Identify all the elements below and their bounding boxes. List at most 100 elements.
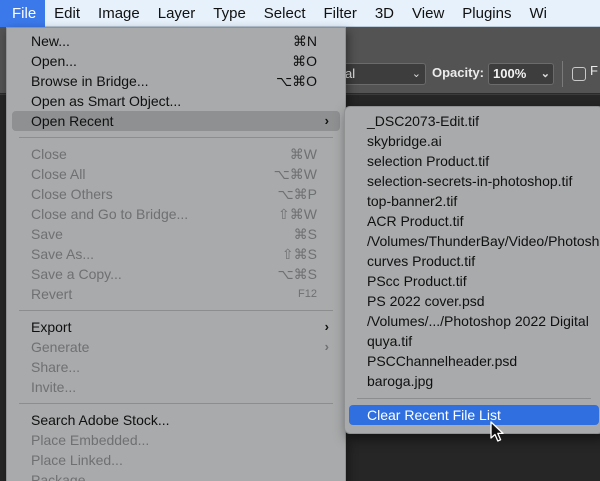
menu-item-shortcut: ⇧⌘S — [281, 246, 317, 262]
mouse-cursor-icon — [490, 421, 504, 442]
menu-item-label: Place Linked... — [31, 452, 123, 468]
menu-type[interactable]: Type — [204, 0, 255, 27]
menu-item-shortcut: F12 — [298, 288, 317, 300]
blend-mode-select[interactable]: al ⌄ — [340, 63, 426, 85]
menu-item-export[interactable]: Export › — [7, 317, 345, 337]
menu-item-close-all[interactable]: Close All ⌥⌘W — [7, 164, 345, 184]
menu-plugins[interactable]: Plugins — [453, 0, 520, 27]
menu-item-label: Place Embedded... — [31, 432, 150, 448]
opacity-label: Opacity: — [432, 65, 485, 80]
chevron-right-icon: › — [324, 319, 329, 334]
menu-item-package[interactable]: Package... — [7, 470, 345, 481]
menu-view[interactable]: View — [403, 0, 453, 27]
menu-item-new[interactable]: New... ⌘N — [7, 31, 345, 51]
menu-item-open[interactable]: Open... ⌘O — [7, 51, 345, 71]
option-checkbox[interactable] — [572, 67, 586, 81]
chevron-down-icon: ⌄ — [540, 68, 550, 80]
menu-item-label: New... — [31, 33, 70, 49]
recent-file-item[interactable]: baroga.jpg — [345, 371, 600, 391]
recent-file-item[interactable]: _DSC2073-Edit.tif — [345, 111, 600, 131]
menu-layer[interactable]: Layer — [149, 0, 205, 27]
clear-recent-file-list-item[interactable]: Clear Recent File List — [349, 405, 599, 425]
menu-item-label: Browse in Bridge... — [31, 73, 149, 89]
menu-item-shortcut: ⌥⌘O — [275, 73, 317, 89]
menu-item-close-others[interactable]: Close Others ⌥⌘P — [7, 184, 345, 204]
menu-item-label: Export — [31, 319, 72, 335]
opacity-value: 100% — [493, 66, 527, 81]
file-menu: New... ⌘N Open... ⌘O Browse in Bridge...… — [6, 27, 346, 481]
menu-image[interactable]: Image — [89, 0, 149, 27]
menu-item-label: Save a Copy... — [31, 266, 122, 282]
menu-separator — [357, 398, 591, 399]
menu-item-save[interactable]: Save ⌘S — [7, 224, 345, 244]
chevron-right-icon: › — [324, 339, 329, 354]
menu-item-shortcut: ⌘S — [293, 226, 317, 242]
menu-separator — [19, 403, 333, 404]
recent-file-item[interactable]: selection Product.tif — [345, 151, 600, 171]
chevron-right-icon: › — [324, 113, 329, 128]
recent-file-item[interactable]: PScc Product.tif — [345, 271, 600, 291]
menu-item-label: Share... — [31, 359, 81, 375]
menu-item-label: Open Recent — [31, 113, 114, 129]
menu-select[interactable]: Select — [255, 0, 315, 27]
menu-item-open-smart-object[interactable]: Open as Smart Object... — [7, 91, 345, 111]
menu-item-close[interactable]: Close ⌘W — [7, 144, 345, 164]
menu-separator — [19, 137, 333, 138]
menu-item-label: Search Adobe Stock... — [31, 412, 170, 428]
menu-item-shortcut: ⌥⌘W — [273, 166, 317, 182]
menu-item-shortcut: ⇧⌘W — [278, 206, 317, 222]
menu-item-generate[interactable]: Generate › — [7, 337, 345, 357]
recent-file-item[interactable]: /Volumes/.../Photoshop 2022 Digital — [345, 311, 600, 331]
recent-file-item[interactable]: PS 2022 cover.psd — [345, 291, 600, 311]
menu-filter[interactable]: Filter — [315, 0, 366, 27]
menu-file[interactable]: File — [0, 0, 46, 27]
menu-item-invite[interactable]: Invite... — [7, 377, 345, 397]
option-label: F — [590, 63, 598, 78]
menu-item-shortcut: ⌥⌘S — [277, 266, 317, 282]
menu-bar: File Edit Image Layer Type Select Filter… — [0, 0, 600, 27]
recent-file-item[interactable]: /Volumes/ThunderBay/Video/Photoshop — [345, 231, 600, 251]
open-recent-submenu: _DSC2073-Edit.tif skybridge.ai selection… — [344, 106, 600, 434]
menu-item-label: Close — [31, 146, 67, 162]
menu-item-label: Invite... — [31, 379, 77, 395]
menu-item-shortcut: ⌘N — [292, 33, 317, 49]
menu-item-shortcut: ⌘O — [292, 53, 317, 69]
menu-item-open-recent[interactable]: Open Recent › — [12, 111, 340, 131]
menu-item-place-embedded[interactable]: Place Embedded... — [7, 430, 345, 450]
menu-item-place-linked[interactable]: Place Linked... — [7, 450, 345, 470]
menu-item-search-adobe-stock[interactable]: Search Adobe Stock... — [7, 410, 345, 430]
menu-item-label: Generate — [31, 339, 90, 355]
recent-file-item[interactable]: PSCChannelheader.psd — [345, 351, 600, 371]
menu-edit[interactable]: Edit — [45, 0, 89, 27]
blend-mode-value: al — [345, 66, 356, 81]
recent-file-item[interactable]: quya.tif — [345, 331, 600, 351]
menu-3d[interactable]: 3D — [366, 0, 403, 27]
menu-item-revert[interactable]: Revert F12 — [7, 284, 345, 304]
menu-item-label: Package... — [31, 472, 98, 481]
menu-item-shortcut: ⌥⌘P — [277, 186, 317, 202]
opacity-field[interactable]: 100% ⌄ — [488, 63, 554, 85]
menu-item-shortcut: ⌘W — [289, 146, 317, 162]
menu-separator — [19, 310, 333, 311]
menu-item-save-as[interactable]: Save As... ⇧⌘S — [7, 244, 345, 264]
menu-item-close-and-go-to-bridge[interactable]: Close and Go to Bridge... ⇧⌘W — [7, 204, 345, 224]
menu-item-label: Revert — [31, 286, 73, 302]
menu-item-label: Save As... — [31, 246, 95, 262]
menu-item-label: Close and Go to Bridge... — [31, 206, 189, 222]
chevron-down-icon: ⌄ — [411, 68, 421, 80]
recent-file-item[interactable]: ACR Product.tif — [345, 211, 600, 231]
menu-item-save-a-copy[interactable]: Save a Copy... ⌥⌘S — [7, 264, 345, 284]
menu-item-label: Save — [31, 226, 63, 242]
recent-file-item[interactable]: top-banner2.tif — [345, 191, 600, 211]
menu-item-label: Close Others — [31, 186, 113, 202]
menu-window[interactable]: Wi — [520, 0, 556, 27]
menu-item-label: Open... — [31, 53, 77, 69]
recent-file-item[interactable]: selection-secrets-in-photoshop.tif — [345, 171, 600, 191]
menu-item-share[interactable]: Share... — [7, 357, 345, 377]
recent-file-item[interactable]: curves Product.tif — [345, 251, 600, 271]
menu-item-label: Close All — [31, 166, 86, 182]
recent-file-item[interactable]: skybridge.ai — [345, 131, 600, 151]
menu-item-browse-in-bridge[interactable]: Browse in Bridge... ⌥⌘O — [7, 71, 345, 91]
divider — [562, 61, 563, 87]
menu-item-label: Open as Smart Object... — [31, 93, 182, 109]
